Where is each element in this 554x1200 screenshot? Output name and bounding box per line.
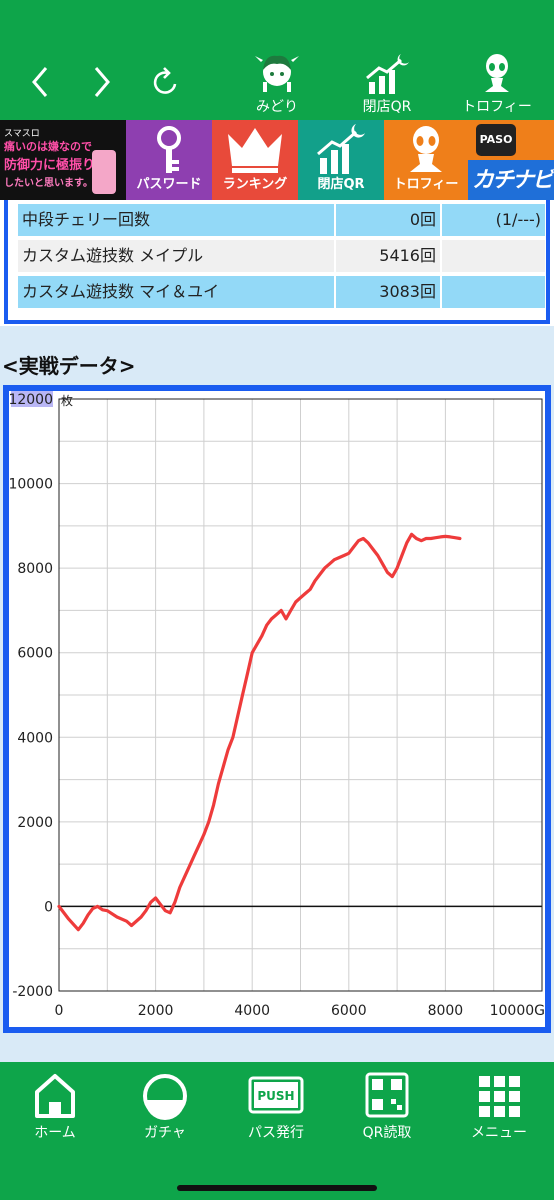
promo-line: 防御力に極振り (4, 158, 96, 173)
x-tick-label: 6000 (331, 1003, 367, 1019)
brand-logo: カチナビ (472, 168, 554, 193)
stat-name: 中段チェリー回数 (18, 204, 334, 236)
bottom-nav-bar: ホーム ガチャ PUSH パス発行 QR読取 メニュー (0, 1062, 554, 1200)
push-icon: PUSH (248, 1076, 304, 1114)
stat-ratio (442, 276, 545, 308)
stat-value: 0回 (336, 204, 440, 236)
nav-item-trophy[interactable]: トロフィー (452, 52, 542, 116)
table-row: 中段チェリー回数 0回 (1/---) (18, 204, 545, 236)
y-tick-label: 4000 (17, 730, 53, 746)
chevron-right-icon[interactable] (82, 62, 122, 102)
promo-line: 痛いのは嫌なので (4, 140, 92, 153)
tile-kachinavi[interactable]: PASO カチナビ (468, 120, 554, 200)
bottom-nav-menu[interactable]: メニュー (449, 1070, 549, 1141)
chart-moon-icon (366, 54, 409, 94)
bottom-nav-home[interactable]: ホーム (5, 1070, 105, 1141)
table-row: カスタム遊技数 マイ＆ユイ 3083回 (18, 276, 545, 308)
x-tick-label: 0 (55, 1003, 64, 1019)
nav-item-close-qr[interactable]: 閉店QR (342, 52, 432, 116)
stat-value: 3083回 (336, 276, 440, 308)
alien-icon (410, 126, 442, 172)
x-tick-label: 2000 (138, 1003, 174, 1019)
key-icon (157, 126, 181, 173)
stat-name: カスタム遊技数 メイプル (18, 240, 334, 272)
stat-ratio (442, 240, 545, 272)
paso-logo: PASO (476, 124, 516, 156)
series-line (57, 532, 462, 932)
tile-close-qr[interactable]: 閉店QR (298, 120, 384, 200)
tile-label: 閉店QR (317, 177, 365, 192)
bottom-nav-pass[interactable]: PUSH パス発行 (226, 1070, 326, 1141)
qr-icon (365, 1072, 409, 1118)
promo-banner[interactable]: スマスロ 痛いのは嫌なので 防御力に極振り したいと思います。 (0, 120, 126, 200)
bottom-nav-gacha[interactable]: ガチャ (115, 1070, 215, 1141)
chart-moon-icon (317, 124, 365, 174)
banner-menu: スマスロ 痛いのは嫌なので 防御力に極振り したいと思います。 パスワード ラン… (0, 120, 554, 200)
stats-panel: 中段チェリー回数 0回 (1/---) カスタム遊技数 メイプル 5416回 カ… (4, 200, 550, 324)
stat-value: 5416回 (336, 240, 440, 272)
alien-icon (485, 54, 509, 92)
y-tick-label: 8000 (17, 561, 53, 577)
promo-character (92, 150, 116, 194)
bottom-nav-label: QR読取 (362, 1125, 412, 1141)
character-icon (255, 55, 299, 92)
tile-ranking[interactable]: ランキング (212, 120, 298, 200)
y-tick-label: 6000 (17, 646, 53, 662)
y-axis-label: 枚 (61, 393, 73, 408)
tile-label: パスワード (136, 177, 202, 192)
bottom-nav-qr[interactable]: QR読取 (337, 1070, 437, 1141)
x-tick-label: 4000 (234, 1003, 270, 1019)
bottom-nav-label: メニュー (471, 1125, 527, 1141)
tile-label: トロフィー (393, 177, 459, 192)
nav-item-label: 閉店QR (362, 99, 412, 115)
bottom-nav-label: パス発行 (248, 1125, 304, 1141)
nav-item-label: みどり (256, 99, 298, 115)
gacha-icon (143, 1074, 187, 1120)
y-tick-label: 10000 (9, 477, 53, 493)
tile-label: ランキング (222, 177, 288, 192)
promo-line: したいと思います。 (4, 178, 93, 189)
y-tick-label: 2000 (17, 815, 53, 831)
tile-password[interactable]: パスワード (126, 120, 212, 200)
y-tick-label: -2000 (12, 984, 53, 1000)
chart-frame: -2000 0 2000 4000 6000 8000 10000 12000 0 2000 400… (3, 385, 551, 1033)
crown-icon (228, 128, 282, 173)
bottom-nav-label: ホーム (34, 1125, 76, 1141)
line-chart: -20000200040006000800010000120000 2000 400… (8, 390, 545, 1019)
nav-item-label: トロフィー (462, 99, 532, 115)
menu-grid-icon (479, 1076, 520, 1117)
stat-name: カスタム遊技数 マイ＆ユイ (18, 276, 334, 308)
y-tick-label: 0 (44, 899, 53, 915)
bottom-nav-label: ガチャ (144, 1125, 186, 1141)
section-title: <実戦データ> (2, 354, 136, 378)
reload-icon[interactable] (146, 62, 186, 102)
tile-trophy[interactable]: トロフィー (384, 120, 468, 200)
chart-area: -2000 0 2000 4000 6000 8000 10000 12000 0 2000 400… (8, 390, 545, 1027)
y-tick-label: 12000 (9, 392, 53, 408)
chevron-left-icon[interactable] (22, 62, 62, 102)
home-icon (35, 1074, 75, 1118)
table-row: カスタム遊技数 メイプル 5416回 (18, 240, 545, 272)
stat-ratio: (1/---) (442, 204, 545, 236)
x-tick-label: 10000G (490, 1003, 545, 1019)
nav-item-midori[interactable]: みどり (232, 52, 322, 116)
top-nav-bar: みどり 閉店QR トロフィー (0, 0, 554, 120)
push-text: PUSH (257, 1089, 294, 1103)
x-tick-label: 8000 (428, 1003, 464, 1019)
home-indicator (177, 1185, 377, 1191)
